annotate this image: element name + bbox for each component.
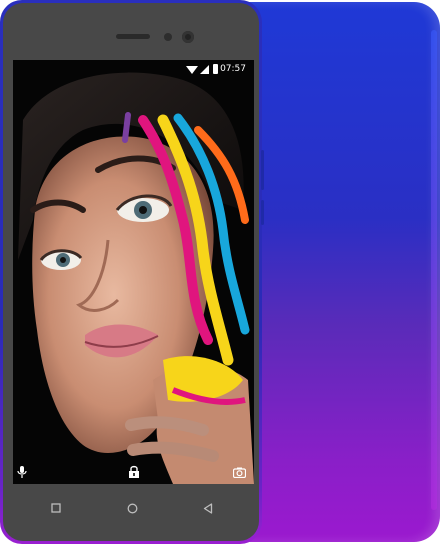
wallpaper-image [13, 60, 254, 484]
proximity-sensor [164, 33, 172, 41]
wifi-icon [186, 66, 198, 74]
status-time: 07:57 [220, 64, 246, 74]
phone-back-edge [431, 30, 437, 510]
volume-button[interactable] [261, 150, 264, 190]
power-button[interactable] [261, 200, 264, 225]
home-button[interactable] [127, 503, 138, 514]
recents-button[interactable] [51, 503, 61, 513]
front-camera [182, 31, 194, 43]
status-bar: 07:57 [13, 60, 254, 80]
earpiece [116, 34, 150, 39]
lock-icon[interactable] [128, 465, 140, 478]
camera-icon[interactable] [233, 467, 246, 478]
back-button[interactable] [203, 503, 213, 514]
phone-front: 07:57 [0, 0, 264, 544]
lock-screen[interactable]: 07:57 [13, 60, 254, 484]
navigation-bar [13, 488, 254, 528]
battery-icon [213, 64, 218, 74]
microphone-icon[interactable] [17, 466, 27, 478]
signal-icon [200, 65, 209, 74]
